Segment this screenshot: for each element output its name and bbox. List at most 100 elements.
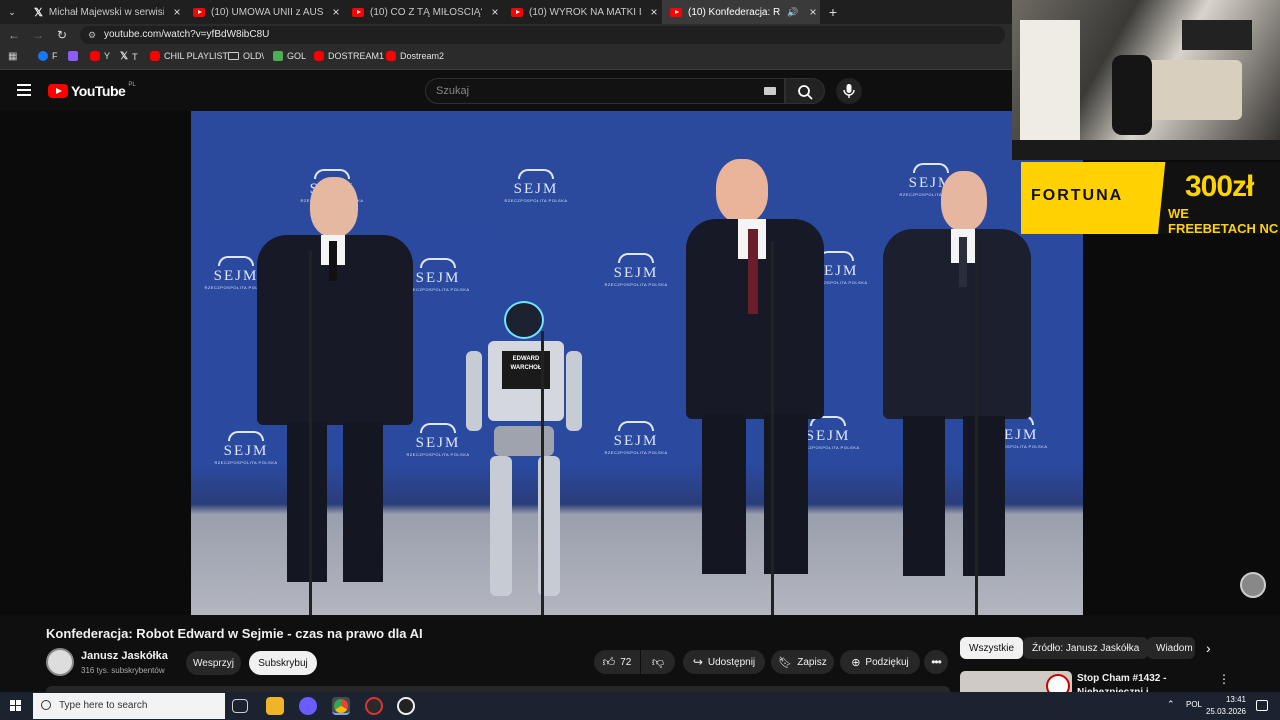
bookmark-label: CHIL PLAYLIST bbox=[164, 51, 229, 61]
close-tab-icon[interactable]: × bbox=[806, 5, 820, 19]
windows-start-icon[interactable] bbox=[10, 700, 22, 712]
video-title: Konfederacja: Robot Edward w Sejmie - cz… bbox=[46, 626, 423, 641]
keyboard-icon[interactable] bbox=[764, 87, 776, 95]
bookmark-label: F bbox=[52, 51, 58, 61]
voice-search-button[interactable] bbox=[836, 78, 862, 104]
forward-icon[interactable]: → bbox=[30, 27, 46, 43]
file-explorer-icon[interactable] bbox=[266, 697, 284, 715]
tab-4-active[interactable]: (10) Konfederacja: Robot Ed 🔊 × bbox=[662, 0, 820, 24]
gol-icon bbox=[273, 51, 283, 61]
language-indicator[interactable]: POL bbox=[1186, 700, 1202, 709]
tray-chevron-icon[interactable]: ⌃ bbox=[1167, 699, 1175, 710]
tab-0[interactable]: 𝕏 Michał Majewski w serwisie X: × bbox=[26, 0, 184, 24]
close-tab-icon[interactable]: × bbox=[170, 5, 184, 19]
back-icon[interactable]: ← bbox=[6, 27, 22, 43]
bookmark-y[interactable]: Y bbox=[90, 51, 110, 61]
youtube-icon bbox=[386, 51, 396, 61]
stop-cham-badge-icon bbox=[1046, 674, 1070, 692]
search-placeholder: Szukaj bbox=[436, 85, 470, 97]
youtube-header: YouTube PL Szukaj bbox=[0, 71, 1012, 111]
close-tab-icon[interactable]: × bbox=[329, 5, 343, 19]
channel-name[interactable]: Janusz Jaskółka bbox=[81, 650, 168, 662]
bookmark-label: Dostream2 bbox=[400, 51, 445, 61]
close-tab-icon[interactable]: × bbox=[488, 5, 502, 19]
tab-title: (10) CO Z TĄ MIŁOŚCIĄ? - pole bbox=[370, 6, 482, 18]
ad-brand: FORTUNA bbox=[1031, 187, 1124, 204]
bookmark-label: Y bbox=[104, 51, 111, 61]
app-icon[interactable] bbox=[299, 697, 317, 715]
facebook-icon bbox=[38, 51, 48, 61]
bookmark-dostream2[interactable]: Dostream2 bbox=[386, 51, 444, 61]
task-view-icon[interactable] bbox=[232, 699, 248, 713]
support-button[interactable]: Wesprzyj bbox=[186, 651, 241, 675]
webcam-overlay bbox=[1012, 0, 1280, 160]
chip-news[interactable]: Wiadom bbox=[1147, 637, 1195, 659]
tab-title: (10) Konfederacja: Robot Ed bbox=[688, 6, 780, 18]
overlay-wheel-icon bbox=[1240, 572, 1266, 598]
like-button[interactable]: 👍︎ 72 bbox=[594, 650, 640, 674]
youtube-logo[interactable]: YouTube PL bbox=[48, 82, 136, 99]
bookmark-t[interactable]: 𝕏 T bbox=[120, 51, 138, 62]
chip-all[interactable]: Wszystkie bbox=[960, 637, 1023, 659]
like-count: 72 bbox=[620, 656, 632, 668]
site-info-icon[interactable]: ⚙ bbox=[88, 26, 96, 44]
x-icon: 𝕏 bbox=[34, 6, 43, 19]
reload-icon[interactable]: ↻ bbox=[54, 27, 70, 43]
bookmark-folder-old[interactable]: OLD\ bbox=[228, 51, 264, 61]
youtube-icon bbox=[511, 7, 523, 17]
tab-title: (10) UMOWA UNII z AUSTRALIĄ bbox=[211, 6, 323, 18]
apps-grid-icon[interactable]: ▦ bbox=[8, 51, 17, 62]
tab-1[interactable]: (10) UMOWA UNII z AUSTRALIĄ × bbox=[185, 0, 343, 24]
search-icon bbox=[798, 85, 813, 100]
sejm-logo: SEJMRZECZPOSPOLITA POLSKA bbox=[403, 423, 473, 457]
speaker-icon[interactable]: 🔊 bbox=[786, 7, 800, 18]
more-actions-button[interactable]: ••• bbox=[924, 650, 948, 674]
obs-icon[interactable] bbox=[365, 697, 383, 715]
microphone-stand bbox=[309, 251, 312, 615]
chrome-icon[interactable] bbox=[332, 697, 350, 715]
sejm-logo: SEJMRZECZPOSPOLITA POLSKA bbox=[601, 421, 671, 455]
tab-2[interactable]: (10) CO Z TĄ MIŁOŚCIĄ? - pole × bbox=[344, 0, 502, 24]
save-button[interactable]: 🔖︎ Zapisz bbox=[771, 650, 834, 674]
close-tab-icon[interactable]: × bbox=[647, 5, 661, 19]
menu-icon[interactable] bbox=[17, 84, 31, 96]
tv-shape bbox=[1182, 20, 1252, 50]
chip-source[interactable]: Źródło: Janusz Jaskółka bbox=[1023, 637, 1149, 659]
fortuna-ad-banner[interactable]: FORTUNA 300zł WE FREEBETACH NC bbox=[1021, 162, 1280, 236]
thanks-button[interactable]: ⊕ Podziękuj bbox=[840, 650, 920, 674]
sejm-logo: SEJMRZECZPOSPOLITA POLSKA bbox=[211, 431, 281, 465]
chips-next-chevron-icon[interactable]: › bbox=[1206, 640, 1211, 656]
bookmark-chil-playlist[interactable]: CHIL PLAYLIST bbox=[150, 51, 228, 61]
folder-icon bbox=[228, 52, 239, 60]
recommendation-thumbnail[interactable] bbox=[960, 671, 1072, 692]
share-button[interactable]: ↪ Udostępnij bbox=[683, 650, 765, 674]
search-input[interactable]: Szukaj bbox=[425, 78, 785, 104]
tab-3[interactable]: (10) WYROK NA MATKI I DZIECI × bbox=[503, 0, 661, 24]
url-field[interactable]: ⚙ youtube.com/watch?v=yfBdW8ibC8U bbox=[80, 26, 1005, 44]
location-app-icon[interactable] bbox=[397, 697, 415, 715]
bookmark-gol[interactable]: GOL bbox=[273, 51, 306, 61]
bookmark-twitch[interactable] bbox=[68, 51, 78, 61]
recommendation-menu-icon[interactable]: ⋮ bbox=[1218, 672, 1230, 686]
search-button[interactable] bbox=[785, 78, 825, 104]
bookmark-f[interactable]: F bbox=[38, 51, 58, 61]
share-icon: ↪ bbox=[692, 655, 703, 669]
sejm-logo: SEJMRZECZPOSPOLITA POLSKA bbox=[501, 169, 571, 203]
new-tab-icon[interactable]: + bbox=[825, 4, 841, 20]
tab-title: (10) WYROK NA MATKI I DZIECI bbox=[529, 6, 641, 18]
subscribe-button[interactable]: Subskrybuj bbox=[249, 651, 317, 675]
bookmark-dostream1[interactable]: DOSTREAM1 bbox=[314, 51, 384, 61]
subscriber-count: 316 tys. subskrybentów bbox=[81, 666, 165, 675]
thanks-icon: ⊕ bbox=[851, 656, 861, 669]
channel-avatar[interactable] bbox=[46, 648, 74, 676]
taskbar-search-input[interactable]: Type here to search bbox=[33, 693, 225, 719]
microphone-icon bbox=[843, 84, 855, 98]
dislike-button[interactable]: 👎︎ bbox=[641, 650, 675, 674]
clock[interactable]: 13:41 25.03.2026 bbox=[1206, 694, 1246, 718]
x-icon: 𝕏 bbox=[120, 51, 129, 62]
chair-shape bbox=[1112, 55, 1152, 135]
video-frame[interactable]: SEJM RZECZPOSPOLITA POLSKA SEJM RZECZPOSPO… bbox=[191, 111, 1083, 615]
tab-list-chevron-icon[interactable]: ⌄ bbox=[4, 4, 20, 20]
notifications-icon[interactable] bbox=[1256, 700, 1268, 711]
bookmark-label: GOL bbox=[287, 51, 307, 61]
